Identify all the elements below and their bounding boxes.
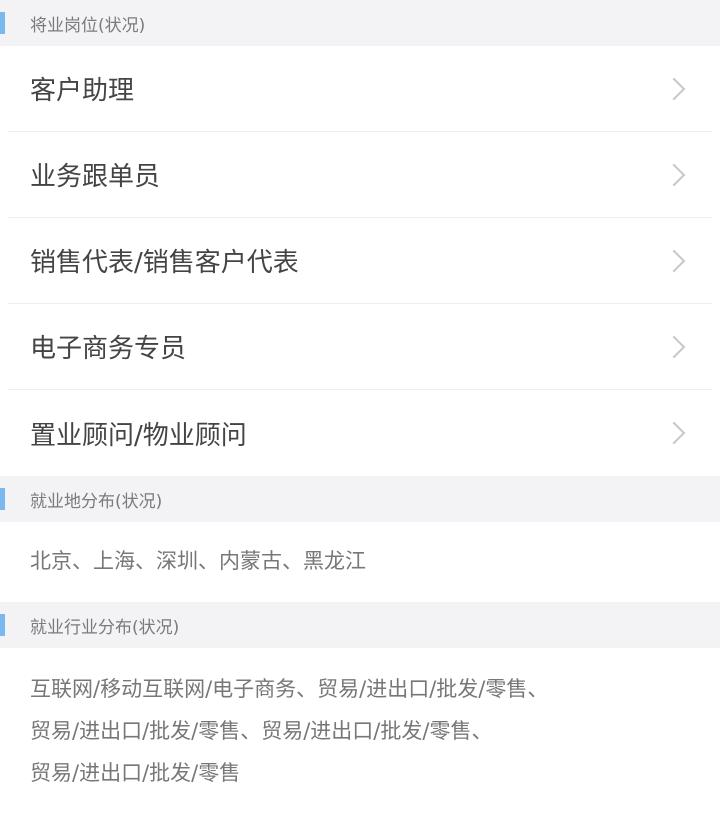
cities-section-header: 就业地分布(状况)	[0, 476, 720, 522]
chevron-right-icon	[662, 249, 686, 272]
cities-text: 北京、上海、深圳、内蒙古、黑龙江	[30, 549, 366, 573]
position-row[interactable]: 业务跟单员	[8, 132, 712, 218]
chevron-right-icon	[662, 77, 686, 100]
position-label: 电子商务专员	[30, 334, 187, 364]
industries-text: 互联网/移动互联网/电子商务、贸易/进出口/批发/零售、 贸易/进出口/批发/零…	[0, 648, 720, 814]
section-title: 就业地分布(状况)	[30, 491, 163, 512]
position-label: 客户助理	[30, 76, 135, 106]
section-title: 就业行业分布(状况)	[30, 617, 180, 638]
section-accent-bar	[0, 488, 5, 510]
industries-line-1: 互联网/移动互联网/电子商务、贸易/进出口/批发/零售、	[30, 677, 549, 701]
section-accent-bar	[0, 614, 5, 636]
position-row[interactable]: 置业顾问/物业顾问	[8, 390, 712, 476]
positions-list: 客户助理 业务跟单员 销售代表/销售客户代表 电子商务专员 置业顾问/物业顾问	[0, 46, 720, 476]
position-label: 业务跟单员	[30, 162, 161, 192]
position-label: 置业顾问/物业顾问	[30, 420, 247, 451]
section-accent-bar	[0, 12, 5, 34]
position-row[interactable]: 电子商务专员	[8, 304, 712, 390]
chevron-right-icon	[662, 335, 686, 358]
industries-section-header: 就业行业分布(状况)	[0, 602, 720, 648]
chevron-right-icon	[662, 421, 686, 445]
section-title: 将业岗位(状况)	[30, 15, 146, 36]
position-label: 销售代表/销售客户代表	[30, 248, 299, 278]
industries-line-2: 贸易/进出口/批发/零售、贸易/进出口/批发/零售、	[30, 719, 493, 743]
position-row[interactable]: 客户助理	[8, 46, 712, 132]
industries-line-3: 贸易/进出口/批发/零售	[30, 761, 241, 785]
positions-section-header: 将业岗位(状况)	[0, 0, 720, 46]
chevron-right-icon	[662, 163, 686, 186]
position-row[interactable]: 销售代表/销售客户代表	[8, 218, 712, 304]
